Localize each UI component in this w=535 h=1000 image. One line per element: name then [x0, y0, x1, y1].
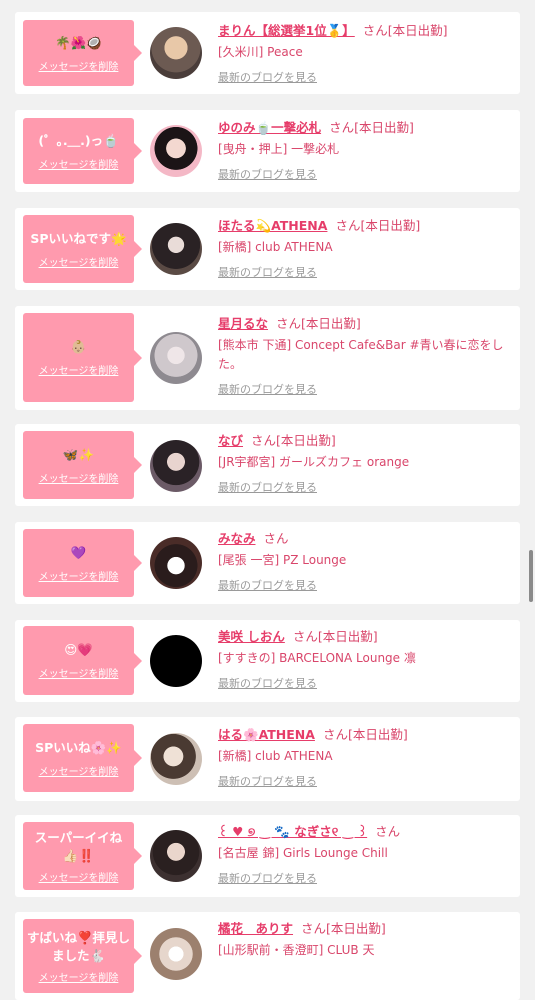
latest-blog-link[interactable]: 最新のブログを見る	[218, 264, 317, 280]
avatar[interactable]	[150, 537, 202, 589]
delete-message-link[interactable]: メッセージを削除	[39, 58, 119, 73]
delete-message-link[interactable]: メッセージを削除	[39, 254, 119, 269]
message-list: 🌴🌺🥥 メッセージを削除 まりん【総選挙1位🥇】 さん[本日出勤] [久米川] P…	[0, 0, 535, 1000]
avatar[interactable]	[150, 733, 202, 785]
user-name-link[interactable]: 美咲 しおん	[218, 629, 285, 644]
message-text: すばいね❣️拝見し ました🐇	[26, 929, 131, 963]
message-bubble: SPいいねです🌟 メッセージを削除	[23, 215, 142, 283]
avatar[interactable]	[150, 928, 202, 980]
message-bubble: 👶🏼 メッセージを削除	[23, 313, 142, 402]
status-text: さん	[263, 531, 289, 546]
message-bubble: スーパーイイね 👍🏻‼️ メッセージを削除	[23, 822, 142, 890]
user-name-link[interactable]: みなみ	[218, 531, 256, 546]
user-name-link[interactable]: ほたる💫ATHENA	[218, 218, 327, 233]
status-text: さん[本日出勤]	[251, 433, 336, 448]
avatar[interactable]	[150, 635, 202, 687]
delete-message-link[interactable]: メッセージを削除	[39, 665, 119, 680]
avatar[interactable]	[150, 440, 202, 492]
list-item: すばいね❣️拝見し ました🐇 メッセージを削除 橘花 ありす さん[本日出勤] […	[15, 912, 520, 1000]
latest-blog-link[interactable]: 最新のブログを見る	[218, 381, 317, 397]
message-bubble: 🦋✨ メッセージを削除	[23, 431, 142, 499]
status-text: さん[本日出勤]	[322, 727, 408, 742]
shop-text: [JR宇都宮] ガールズカフェ orange	[218, 455, 410, 469]
message-bubble: 💜 メッセージを削除	[23, 529, 142, 597]
message-text: 🦋✨	[62, 446, 95, 462]
status-text: さん[本日出勤]	[292, 629, 378, 644]
avatar[interactable]	[150, 830, 202, 882]
status-text: さん[本日出勤]	[362, 23, 448, 38]
user-name-link[interactable]: なび	[218, 433, 243, 448]
message-bubble: すばいね❣️拝見し ました🐇 メッセージを削除	[23, 919, 142, 993]
delete-message-link[interactable]: メッセージを削除	[39, 362, 119, 377]
message-text: (゜｡.＿.)っ🍵	[38, 132, 119, 148]
message-text: 😍💗	[64, 642, 93, 657]
message-bubble: (゜｡.＿.)っ🍵 メッセージを削除	[23, 118, 142, 184]
list-item: SPいいね🌸✨ メッセージを削除 はる🌸ATHENA さん[本日出勤] [新橋] …	[15, 717, 520, 801]
shop-text: [尾張 一宮] PZ Lounge	[218, 553, 347, 567]
list-item: 🦋✨ メッセージを削除 なび さん[本日出勤] [JR宇都宮] ガールズカフェ o…	[15, 424, 520, 506]
scrollbar[interactable]	[529, 550, 533, 602]
shop-text: [すすきの] BARCELONA Lounge 凛	[218, 651, 416, 665]
delete-message-link[interactable]: メッセージを削除	[39, 470, 119, 485]
latest-blog-link[interactable]: 最新のブログを見る	[218, 870, 317, 886]
shop-text: [久米川] Peace	[218, 45, 303, 59]
status-text: さん[本日出勤]	[301, 921, 386, 936]
message-text: 💜	[70, 544, 87, 560]
list-item: 👶🏼 メッセージを削除 星月るな さん[本日出勤] [熊本市 下通] Concep…	[15, 306, 520, 410]
message-text: スーパーイイね 👍🏻‼️	[34, 829, 123, 863]
list-item: 💜 メッセージを削除 みなみ さん [尾張 一宮] PZ Lounge 最新のブロ…	[15, 522, 520, 604]
list-item: 😍💗 メッセージを削除 美咲 しおん さん[本日出勤] [すすきの] BARCEL…	[15, 620, 520, 702]
list-item: (゜｡.＿.)っ🍵 メッセージを削除 ゆのみ🍵一撃必札 さん[本日出勤] [曳舟・…	[15, 110, 520, 192]
shop-text: [新橋] club ATHENA	[218, 240, 333, 254]
delete-message-link[interactable]: メッセージを削除	[39, 869, 119, 884]
avatar[interactable]	[150, 27, 202, 79]
latest-blog-link[interactable]: 最新のブログを見る	[218, 773, 317, 789]
status-text: さん[本日出勤]	[335, 218, 421, 233]
delete-message-link[interactable]: メッセージを削除	[39, 969, 119, 984]
delete-message-link[interactable]: メッセージを削除	[39, 568, 119, 583]
user-name-link[interactable]: はる🌸ATHENA	[218, 727, 315, 742]
message-bubble: 😍💗 メッセージを削除	[23, 626, 142, 695]
latest-blog-link[interactable]: 最新のブログを見る	[218, 69, 317, 85]
list-item: スーパーイイね 👍🏻‼️ メッセージを削除 ꒰ ♥ ୭ ‿ 🐾 なぎさ୧ ‿ ꒱…	[15, 815, 520, 897]
user-name-link[interactable]: ゆのみ🍵一撃必札	[218, 120, 321, 135]
shop-text: [名古屋 錦] Girls Lounge Chill	[218, 846, 388, 860]
shop-text: [曳舟・押上] 一撃必札	[218, 142, 340, 156]
avatar[interactable]	[150, 332, 202, 384]
latest-blog-link[interactable]: 最新のブログを見る	[218, 479, 317, 495]
shop-text: [山形駅前・香澄町] CLUB 天	[218, 943, 375, 957]
user-name-link[interactable]: まりん【総選挙1位🥇】	[218, 23, 355, 38]
status-text: さん	[375, 824, 401, 839]
list-item: 🌴🌺🥥 メッセージを削除 まりん【総選挙1位🥇】 さん[本日出勤] [久米川] P…	[15, 12, 520, 94]
list-item: SPいいねです🌟 メッセージを削除 ほたる💫ATHENA さん[本日出勤] [新橋…	[15, 208, 520, 290]
delete-message-link[interactable]: メッセージを削除	[39, 156, 119, 171]
message-text: 👶🏼	[70, 339, 87, 354]
latest-blog-link[interactable]: 最新のブログを見る	[218, 675, 317, 691]
message-bubble: 🌴🌺🥥 メッセージを削除	[23, 20, 142, 86]
latest-blog-link[interactable]: 最新のブログを見る	[218, 577, 317, 593]
shop-text: [新橋] club ATHENA	[218, 749, 333, 763]
status-text: さん[本日出勤]	[329, 120, 414, 135]
user-name-link[interactable]: 橘花 ありす	[218, 921, 293, 936]
delete-message-link[interactable]: メッセージを削除	[39, 763, 119, 778]
message-bubble: SPいいね🌸✨ メッセージを削除	[23, 724, 142, 792]
user-name-link[interactable]: ꒰ ♥ ୭ ‿ 🐾 なぎさ୧ ‿ ꒱	[218, 824, 367, 839]
message-text: SPいいねです🌟	[30, 230, 127, 246]
shop-text: [熊本市 下通] Concept Cafe&Bar #青い春に恋をした。	[218, 338, 504, 371]
user-name-link[interactable]: 星月るな	[218, 316, 268, 331]
latest-blog-link[interactable]: 最新のブログを見る	[218, 166, 317, 182]
avatar[interactable]	[150, 223, 202, 275]
status-text: さん[本日出勤]	[276, 316, 361, 331]
message-text: SPいいね🌸✨	[35, 739, 122, 755]
message-text: 🌴🌺🥥	[55, 34, 102, 50]
avatar[interactable]	[150, 125, 202, 177]
